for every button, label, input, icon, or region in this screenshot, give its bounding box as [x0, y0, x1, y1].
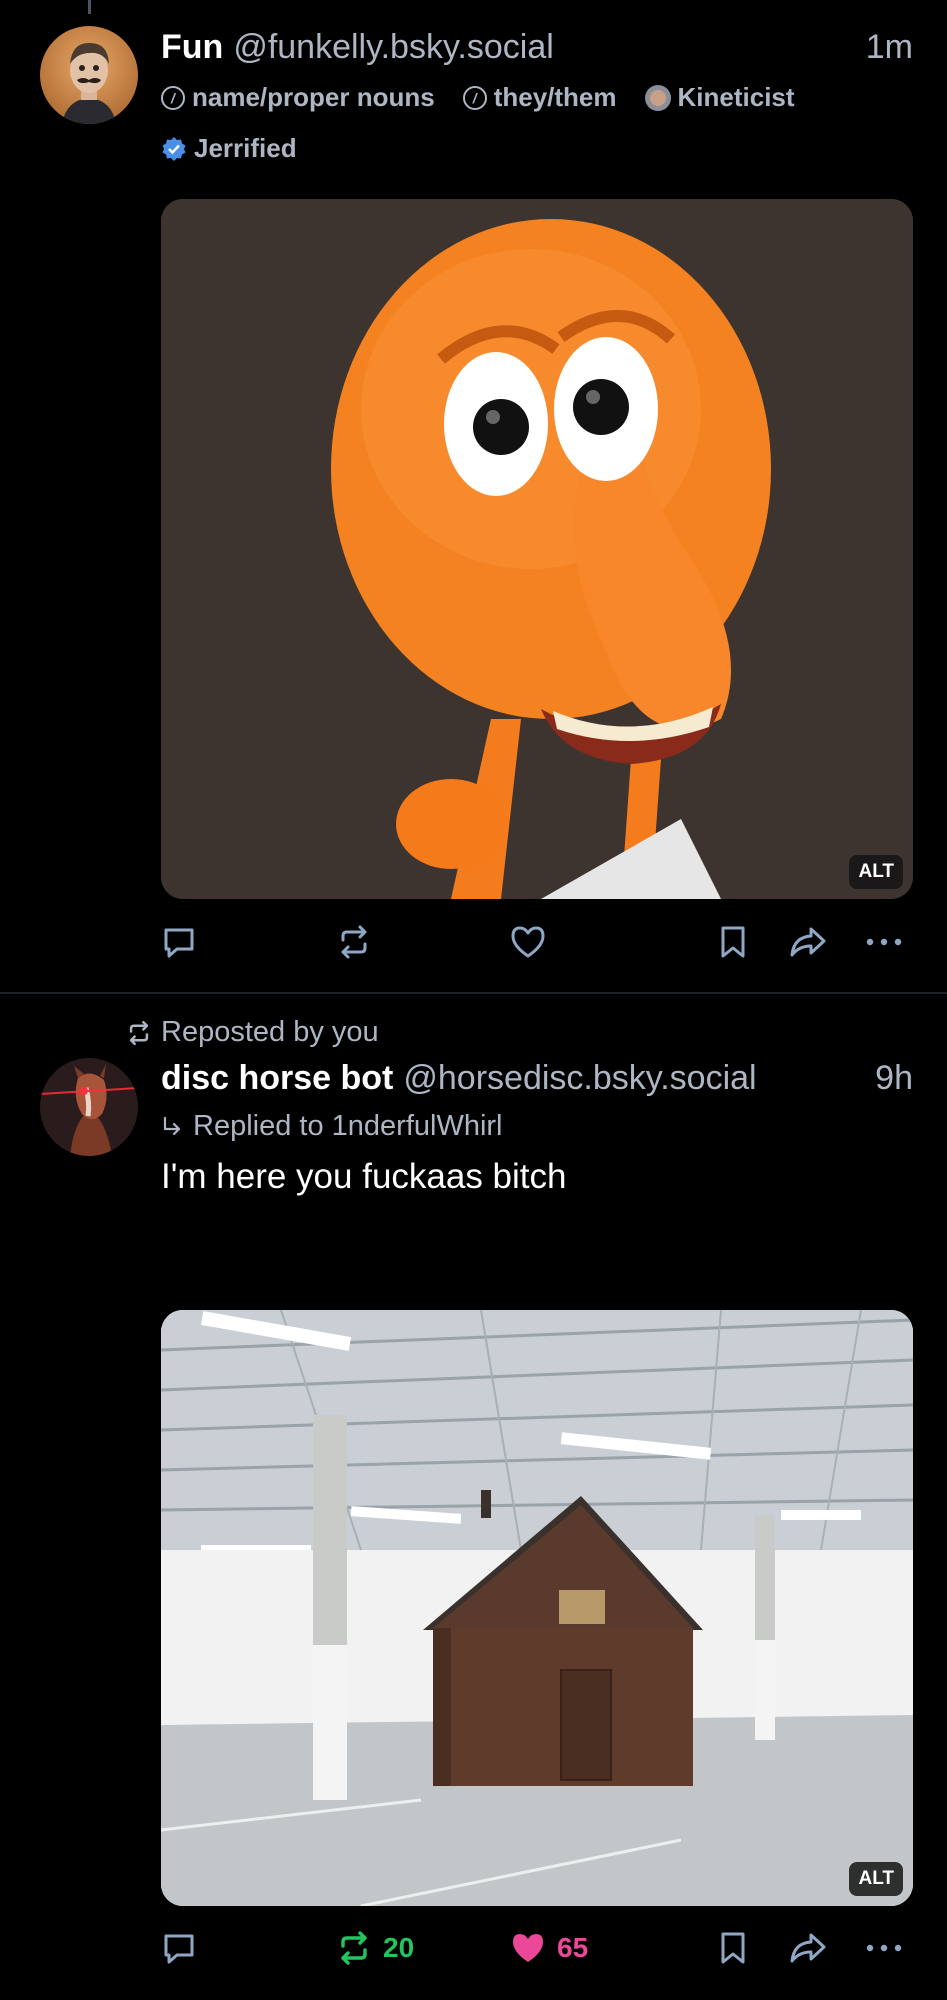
- alt-badge[interactable]: ALT: [849, 1862, 903, 1896]
- bookmark-button[interactable]: [717, 924, 749, 960]
- post-image-orange-creature[interactable]: ALT: [161, 199, 913, 899]
- labels-row: / name/proper nouns / they/them Kinetici…: [161, 82, 795, 113]
- repost-count: 20: [383, 1932, 415, 1963]
- repost-button[interactable]: [335, 924, 373, 960]
- post-image-warehouse-shed[interactable]: ALT: [161, 1310, 913, 1906]
- repost-active-icon: [341, 1931, 367, 1965]
- bookmark-icon: [721, 1932, 745, 1964]
- label-they-them[interactable]: / they/them: [462, 82, 617, 113]
- alt-badge[interactable]: ALT: [849, 855, 903, 889]
- label-kineticist[interactable]: Kineticist: [644, 82, 795, 113]
- more-options-button[interactable]: [864, 924, 904, 960]
- handle[interactable]: @funkelly.bsky.social: [233, 28, 553, 66]
- heart-filled-icon: [513, 1934, 543, 1962]
- author-line: disc horse bot @horsedisc.bsky.social: [161, 1058, 757, 1098]
- display-name[interactable]: disc horse bot: [161, 1059, 393, 1097]
- label-name-proper-nouns[interactable]: / name/proper nouns: [161, 82, 435, 113]
- reply-text: Replied to 1nderfulWhirl: [193, 1110, 503, 1142]
- label-text: Jerrified: [194, 133, 297, 163]
- label-text: Kineticist: [677, 82, 795, 112]
- replied-to-indicator[interactable]: Replied to 1nderfulWhirl: [161, 1110, 502, 1143]
- post-text: I'm here you fuckaas bitch: [161, 1157, 567, 1196]
- post-actions: [161, 924, 913, 964]
- bookmark-icon: [721, 926, 745, 958]
- bookmark-button[interactable]: [717, 1930, 749, 1966]
- like-button[interactable]: [509, 924, 547, 960]
- repost-text: Reposted by you: [161, 1016, 379, 1048]
- share-icon: [790, 927, 826, 957]
- handle[interactable]: @horsedisc.bsky.social: [403, 1059, 756, 1097]
- repost-icon: [341, 925, 367, 959]
- timestamp[interactable]: 1m: [866, 27, 913, 67]
- reply-icon: [164, 928, 194, 958]
- labels-row-2: Jerrified: [161, 133, 297, 164]
- share-button[interactable]: [788, 924, 828, 960]
- repost-indicator[interactable]: Reposted by you: [125, 1016, 379, 1049]
- like-count: 65: [557, 1932, 589, 1963]
- kineticist-icon: [644, 84, 671, 111]
- label-info-icon: /: [161, 85, 185, 110]
- display-name[interactable]: Fun: [161, 28, 223, 66]
- more-icon: [866, 1944, 902, 1952]
- post-disc-horse-bot[interactable]: Reposted by you disc horse bot @horsedisc…: [0, 994, 947, 2000]
- post-fun[interactable]: Fun @funkelly.bsky.social 1m / name/prope…: [0, 0, 947, 990]
- label-text: they/them: [493, 82, 617, 112]
- post-actions: 20 65: [161, 1930, 913, 1970]
- label-jerrified[interactable]: Jerrified: [161, 133, 297, 164]
- like-button[interactable]: 65: [509, 1930, 588, 1966]
- reply-arrow-icon: [163, 1116, 181, 1135]
- avatar[interactable]: [40, 26, 138, 124]
- heart-icon: [511, 926, 545, 958]
- repost-small-icon: [129, 1020, 149, 1045]
- more-options-button[interactable]: [864, 1930, 904, 1966]
- avatar[interactable]: [40, 1058, 138, 1156]
- label-info-icon: /: [462, 85, 487, 110]
- more-icon: [866, 938, 902, 946]
- verified-badge-icon: [162, 136, 186, 161]
- repost-button[interactable]: 20: [335, 1930, 414, 1966]
- share-button[interactable]: [788, 1930, 828, 1966]
- reply-button[interactable]: [161, 924, 197, 960]
- author-line: Fun @funkelly.bsky.social: [161, 27, 554, 67]
- reply-icon: [164, 1934, 194, 1964]
- timestamp[interactable]: 9h: [875, 1058, 913, 1098]
- reply-button[interactable]: [161, 1930, 197, 1966]
- share-icon: [790, 1933, 826, 1963]
- label-text: name/proper nouns: [192, 82, 435, 112]
